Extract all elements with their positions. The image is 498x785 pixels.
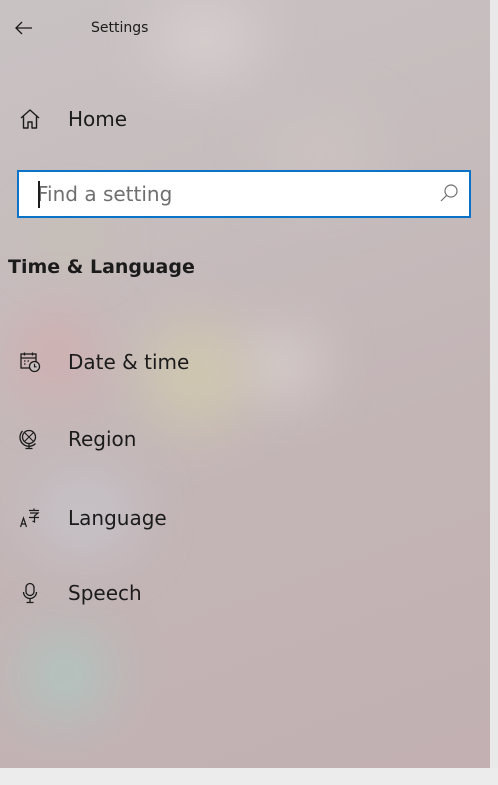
home-icon bbox=[18, 107, 42, 131]
language-icon bbox=[18, 506, 42, 530]
section-title: Time & Language bbox=[8, 256, 195, 278]
globe-region-icon bbox=[18, 427, 42, 451]
arrow-left-icon bbox=[15, 21, 32, 35]
nav-item-label: Speech bbox=[68, 581, 142, 605]
window-title: Settings bbox=[91, 20, 149, 36]
search-box[interactable] bbox=[17, 170, 471, 218]
text-caret bbox=[38, 181, 40, 208]
settings-window: Settings Home Time & Language bbox=[0, 0, 498, 785]
back-button[interactable] bbox=[10, 14, 38, 42]
nav-item-home[interactable]: Home bbox=[0, 97, 490, 141]
search-input[interactable] bbox=[19, 172, 447, 216]
microphone-icon bbox=[18, 581, 42, 605]
nav-item-speech[interactable]: Speech bbox=[0, 571, 490, 615]
nav-item-home-label: Home bbox=[68, 107, 128, 131]
title-bar: Settings bbox=[0, 0, 490, 58]
window-edge bbox=[490, 0, 498, 785]
nav-item-date-time[interactable]: Date & time bbox=[0, 340, 490, 384]
nav-item-label: Region bbox=[68, 427, 137, 451]
nav-item-label: Language bbox=[68, 506, 167, 530]
calendar-clock-icon bbox=[18, 350, 42, 374]
nav-item-label: Date & time bbox=[68, 350, 190, 374]
search-icon[interactable] bbox=[439, 183, 459, 203]
nav-item-language[interactable]: Language bbox=[0, 496, 490, 540]
nav-item-region[interactable]: Region bbox=[0, 417, 490, 461]
window-edge-bottom bbox=[0, 768, 498, 785]
